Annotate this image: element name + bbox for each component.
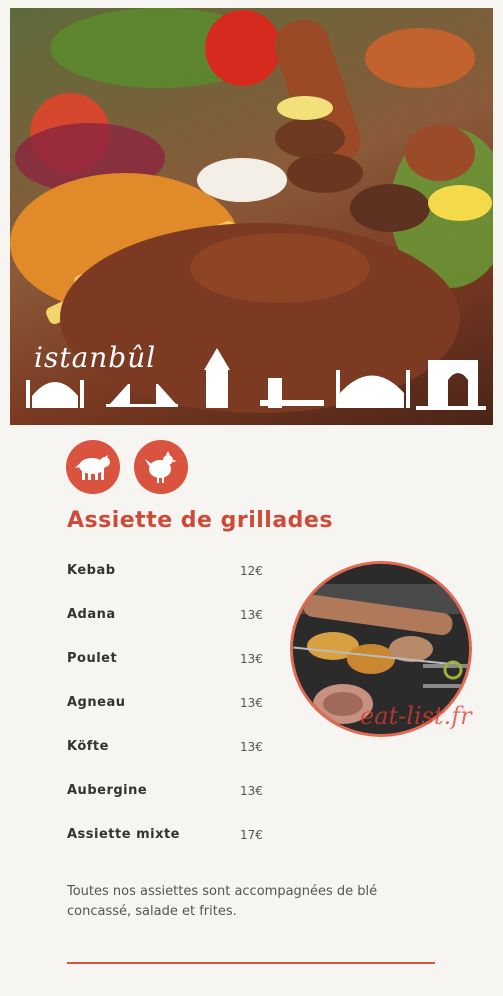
divider: [67, 962, 435, 964]
chicken-icon: [134, 440, 188, 494]
list-item: Poulet 13€: [67, 651, 287, 695]
watermark: eat-list.fr: [360, 702, 472, 730]
item-name: Agneau: [67, 695, 126, 710]
list-item: Agneau 13€: [67, 695, 287, 739]
item-price: 12€: [240, 564, 263, 578]
item-name: Adana: [67, 607, 116, 622]
list-item: Assiette mixte 17€: [67, 827, 287, 871]
list-item: Köfte 13€: [67, 739, 287, 783]
item-name: Kebab: [67, 563, 116, 578]
item-name: Köfte: [67, 739, 109, 754]
item-price: 13€: [240, 784, 263, 798]
item-name: Poulet: [67, 651, 118, 666]
list-item: Adana 13€: [67, 607, 287, 651]
item-price: 13€: [240, 608, 263, 622]
item-price: 17€: [240, 828, 263, 842]
item-name: Aubergine: [67, 783, 148, 798]
category-icons: [66, 440, 188, 494]
list-item: Aubergine 13€: [67, 783, 287, 827]
hero-food-photo: istanbûl: [10, 8, 493, 425]
item-name: Assiette mixte: [67, 827, 180, 842]
menu-section-title: Assiette de grillades: [67, 508, 333, 533]
brand-logo-text: istanbûl: [34, 341, 157, 374]
item-price: 13€: [240, 740, 263, 754]
list-item: Kebab 12€: [67, 563, 287, 607]
menu-list: Kebab 12€ Adana 13€ Poulet 13€ Agneau 13…: [67, 563, 287, 871]
item-price: 13€: [240, 696, 263, 710]
lamb-icon: [66, 440, 120, 494]
menu-note: Toutes nos assiettes sont accompagnées d…: [67, 884, 378, 919]
item-price: 13€: [240, 652, 263, 666]
